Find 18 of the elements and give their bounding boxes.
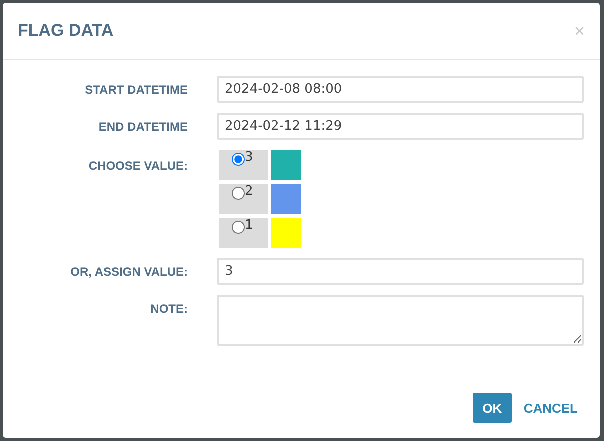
input-field[interactable]: 2024-02-12 11:29 — [217, 113, 584, 140]
note-field[interactable] — [217, 295, 584, 346]
radio-button[interactable] — [232, 221, 245, 234]
field-label: NOTE: — [150, 301, 188, 316]
radio-button[interactable] — [232, 187, 245, 200]
option-label: 2 — [245, 184, 254, 199]
field-label: END DATETIME — [98, 119, 188, 134]
radio-button[interactable] — [232, 153, 245, 166]
input-field[interactable]: 2024-02-08 08:00 — [217, 76, 584, 103]
option-label: 3 — [245, 150, 254, 165]
dialog-title: FLAG DATA — [18, 21, 114, 41]
field-label: START DATETIME — [84, 82, 188, 97]
option-label: 1 — [245, 218, 254, 233]
ok-button[interactable]: OK — [472, 393, 512, 423]
field-label: CHOOSE VALUE: — [88, 158, 188, 173]
field-label: OR, ASSIGN VALUE: — [70, 264, 188, 279]
input-field[interactable]: 3 — [217, 258, 584, 285]
cancel-button[interactable]: CANCEL — [524, 400, 578, 416]
